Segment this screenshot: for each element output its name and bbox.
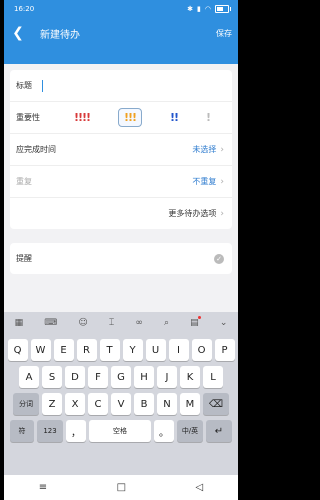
key[interactable]: Z	[42, 393, 62, 415]
keyboard-icon[interactable]: ⌨	[44, 318, 57, 328]
due-value-wrap: 未选择 ›	[192, 144, 224, 155]
remind-label: 提醒	[16, 254, 32, 263]
repeat-value-wrap: 不重复 ›	[192, 176, 224, 187]
importance-options: !!!! !!! !! !	[60, 108, 224, 127]
key[interactable]: T	[99, 339, 120, 361]
phone-screen: 16:20 ✱ ▮ ◠ ❮ 新建待办 保存 标题 重要性 !!!! !!! !!	[4, 0, 238, 500]
keyboard-toolbar: ▦ ⌨ ☺ ⌶ ∞ ⌕ ▤ ⌄	[4, 312, 238, 334]
key[interactable]: B	[134, 393, 154, 415]
page-title: 新建待办	[40, 29, 80, 41]
more-options-row[interactable]: 更多待办选项 ›	[10, 198, 232, 229]
title-label: 标题	[16, 81, 32, 90]
key[interactable]: C	[88, 393, 108, 415]
save-button[interactable]: 保存	[216, 28, 232, 39]
repeat-row[interactable]: 重复 不重复 ›	[10, 166, 232, 198]
key[interactable]: X	[65, 393, 85, 415]
chevron-right-icon: ›	[220, 144, 224, 155]
key[interactable]: A	[19, 366, 39, 388]
key[interactable]: E	[53, 339, 74, 361]
chevron-down-icon[interactable]: ⌄	[220, 318, 228, 328]
key[interactable]: I	[168, 339, 189, 361]
emoji-icon[interactable]: ☺	[78, 318, 87, 328]
check-icon[interactable]: ✓	[214, 253, 224, 264]
keyboard: ▦ ⌨ ☺ ⌶ ∞ ⌕ ▤ ⌄ Q W E R T Y U I O P A S …	[4, 312, 238, 475]
segment-key[interactable]: 分词	[13, 393, 39, 415]
key[interactable]: O	[191, 339, 212, 361]
due-value: 未选择	[192, 145, 217, 154]
key[interactable]: N	[157, 393, 177, 415]
key-row-1: Q W E R T Y U I O P	[4, 339, 238, 361]
repeat-value: 不重复	[192, 177, 217, 186]
clipboard-icon[interactable]: ▤	[190, 316, 201, 328]
key[interactable]: L	[203, 366, 223, 388]
title-row[interactable]: 标题	[10, 70, 232, 102]
comma-key[interactable]: ，	[66, 420, 86, 442]
importance-option-2[interactable]: !!	[170, 111, 179, 124]
due-label: 应完成时间	[16, 145, 56, 154]
repeat-label: 重复	[16, 177, 32, 186]
grid-icon[interactable]: ▦	[15, 318, 24, 328]
importance-option-3[interactable]: !!!	[117, 108, 143, 127]
number-key[interactable]: 123	[37, 420, 63, 442]
status-bar: 16:20 ✱ ▮ ◠	[4, 0, 238, 18]
key[interactable]: P	[214, 339, 235, 361]
key[interactable]: Y	[122, 339, 143, 361]
more-options-wrap: 更多待办选项 ›	[168, 208, 224, 219]
home-icon[interactable]: □	[117, 482, 126, 493]
top-bar: 16:20 ✱ ▮ ◠ ❮ 新建待办 保存	[4, 0, 238, 64]
text-cursor	[42, 79, 43, 92]
symbol-key[interactable]: 符	[10, 420, 34, 442]
due-time-row[interactable]: 应完成时间 未选择 ›	[10, 134, 232, 166]
chevron-right-icon: ›	[220, 176, 224, 187]
battery-icon	[215, 5, 231, 13]
remind-row[interactable]: 提醒 ✓	[10, 243, 232, 274]
remind-card: 提醒 ✓	[10, 243, 232, 274]
language-key[interactable]: 中/英	[177, 420, 203, 442]
system-nav-bar: ≡ □ ◁	[4, 475, 238, 500]
key[interactable]: V	[111, 393, 131, 415]
importance-option-1[interactable]: !	[206, 111, 211, 124]
key-row-3: 分词 Z X C V B N M ⌫	[4, 393, 238, 415]
key[interactable]: G	[111, 366, 131, 388]
link-icon[interactable]: ∞	[135, 318, 143, 328]
back-icon[interactable]: ◁	[196, 482, 204, 493]
key[interactable]: F	[88, 366, 108, 388]
enter-icon[interactable]: ↵	[206, 420, 232, 442]
key[interactable]: K	[180, 366, 200, 388]
search-icon[interactable]: ⌕	[164, 318, 169, 328]
signal-icon: ▮	[197, 5, 201, 13]
key[interactable]: D	[65, 366, 85, 388]
key[interactable]: R	[76, 339, 97, 361]
key[interactable]: W	[30, 339, 51, 361]
wifi-icon: ◠	[204, 5, 211, 13]
nav-bar: ❮ 新建待办 保存	[4, 18, 238, 48]
key[interactable]: S	[42, 366, 62, 388]
menu-icon[interactable]: ≡	[39, 482, 47, 493]
key[interactable]: Q	[7, 339, 28, 361]
key[interactable]: M	[180, 393, 200, 415]
importance-label: 重要性	[16, 113, 40, 122]
status-time: 16:20	[14, 5, 35, 13]
bluetooth-icon: ✱	[187, 5, 194, 13]
chevron-right-icon: ›	[220, 208, 224, 219]
key[interactable]: J	[157, 366, 177, 388]
key[interactable]: U	[145, 339, 166, 361]
space-key[interactable]: 空格	[89, 420, 151, 442]
importance-row: 重要性 !!!! !!! !! !	[10, 102, 232, 134]
key-row-4: 符 123 ， 空格 。 中/英 ↵	[4, 420, 238, 442]
key[interactable]: H	[134, 366, 154, 388]
todo-form: 标题 重要性 !!!! !!! !! ! 应完成时间 未选择 › 重复 不重复 …	[10, 70, 232, 229]
cursor-move-icon[interactable]: ⌶	[109, 318, 114, 328]
chevron-left-icon[interactable]: ❮	[10, 25, 26, 41]
key-row-2: A S D F G H J K L	[4, 366, 238, 388]
period-key[interactable]: 。	[154, 420, 174, 442]
more-options-label: 更多待办选项	[168, 209, 217, 218]
backspace-icon[interactable]: ⌫	[203, 393, 229, 415]
importance-option-4[interactable]: !!!!	[74, 111, 91, 124]
